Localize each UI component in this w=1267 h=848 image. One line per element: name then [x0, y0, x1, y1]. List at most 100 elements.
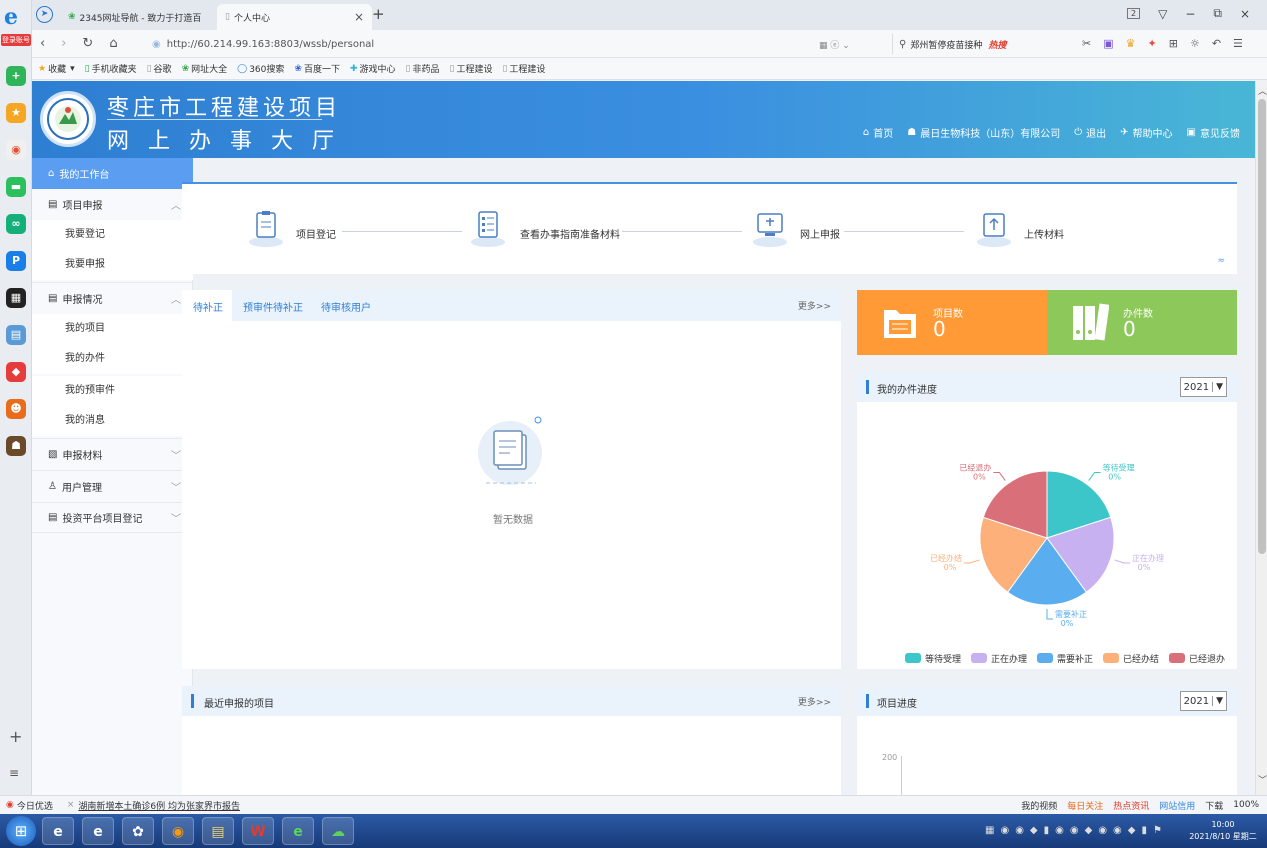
- taskbar-baidu-icon[interactable]: ✿: [122, 817, 154, 845]
- legend-label[interactable]: 已经退办: [1189, 653, 1225, 665]
- star-app-icon[interactable]: ★: [6, 103, 26, 123]
- login-account-button[interactable]: 登录账号: [1, 34, 31, 46]
- tray-network-icon[interactable]: ▮: [1141, 825, 1147, 836]
- sidebar-item-users[interactable]: ♙ 用户管理 ﹀: [32, 470, 193, 501]
- translate-icon[interactable]: ▣: [1103, 37, 1113, 50]
- mail-app-icon[interactable]: ▬: [6, 177, 26, 197]
- video-link[interactable]: 我的视频: [1021, 799, 1057, 812]
- tab-personal[interactable]: ▯ 个人中心 ×: [217, 4, 372, 30]
- tray-app6-icon[interactable]: ◉: [1070, 825, 1079, 836]
- sidebar-item-my-cases[interactable]: 我的办件: [32, 344, 193, 374]
- back-icon[interactable]: ‹: [40, 36, 45, 51]
- search-box[interactable]: ⚲ 郑州暂停疫苗接种 热搜: [892, 34, 1060, 54]
- page-scrollbar[interactable]: ︿ ﹀: [1255, 81, 1267, 795]
- today-pick-label[interactable]: 今日优选: [17, 799, 53, 812]
- sidebar-item-my-projects[interactable]: 我的项目: [32, 314, 193, 344]
- tab-2345[interactable]: ❀ 2345网址导航 - 致力于打造百: [60, 4, 215, 30]
- url-field[interactable]: ◉ http://60.214.99.163:8803/wssb/persona…: [152, 34, 872, 54]
- legend-swatch[interactable]: [1103, 653, 1119, 663]
- tray-app8-icon[interactable]: ◉: [1098, 825, 1107, 836]
- browser-logo-icon[interactable]: e: [4, 4, 28, 30]
- hot-news-link[interactable]: 热点资讯: [1113, 799, 1149, 812]
- tab-count-icon[interactable]: 2: [1127, 8, 1141, 19]
- step-guide[interactable]: 查看办事指南准备材料: [520, 226, 620, 241]
- plus-app-icon[interactable]: +: [6, 66, 26, 86]
- nav-help[interactable]: ✈ 帮助中心: [1120, 125, 1172, 140]
- sidebar-item-project-apply[interactable]: ▤ 项目申报 ︿: [32, 189, 193, 220]
- nav-user[interactable]: ☗ 晨日生物科技（山东）有限公司: [907, 125, 1060, 140]
- zoom-level[interactable]: 100%: [1233, 800, 1259, 810]
- progress-year-select[interactable]: 2021 ▼: [1179, 377, 1227, 397]
- legend-swatch[interactable]: [971, 653, 987, 663]
- sidebar-item-my-messages[interactable]: 我的消息: [32, 406, 193, 436]
- sidebar-item-register[interactable]: 我要登记: [32, 220, 193, 250]
- upload-tray-icon[interactable]: [976, 208, 1012, 248]
- start-button-icon[interactable]: ⊞: [6, 816, 36, 846]
- fav-collect[interactable]: ★ 收藏 ▾: [38, 62, 75, 76]
- fav-baidu[interactable]: ❀ 百度一下: [294, 62, 340, 76]
- fav-mobile[interactable]: ▯ 手机收藏夹: [85, 62, 137, 76]
- tasks-more-link[interactable]: 更多>>: [798, 299, 831, 312]
- project-year-select[interactable]: 2021 ▼: [1179, 691, 1227, 711]
- step-upload[interactable]: 上传材料: [1024, 226, 1064, 241]
- new-tab-button[interactable]: +: [372, 5, 385, 23]
- taskbar-browser2-icon[interactable]: e: [282, 817, 314, 845]
- p-app-icon[interactable]: P: [6, 251, 26, 271]
- collapse-up-icon[interactable]: ≈: [1217, 256, 1225, 266]
- site-credit-link[interactable]: 网站信用: [1159, 799, 1195, 812]
- tab-pending-users[interactable]: 待审核用户: [321, 299, 371, 314]
- tray-app2-icon[interactable]: ◉: [1015, 825, 1024, 836]
- minimize-icon[interactable]: −: [1185, 7, 1195, 21]
- legend-label[interactable]: 正在办理: [991, 653, 1027, 665]
- legend-label[interactable]: 需要补正: [1057, 653, 1093, 665]
- fav-game[interactable]: ✚ 游戏中心: [350, 62, 396, 76]
- home-icon[interactable]: ⌂: [109, 36, 117, 51]
- nav-logout[interactable]: ⏻ 退出: [1074, 125, 1106, 140]
- legend-swatch[interactable]: [1169, 653, 1185, 663]
- tray-app3-icon[interactable]: ◆: [1030, 825, 1038, 836]
- menu-icon[interactable]: ☰: [1233, 37, 1243, 50]
- game2-app-icon[interactable]: ☗: [6, 436, 26, 456]
- step-register[interactable]: 项目登记: [296, 226, 336, 241]
- project-count-tile[interactable]: 项目数 0: [857, 290, 1047, 355]
- step-online-apply[interactable]: 网上申报: [800, 226, 840, 241]
- tray-app9-icon[interactable]: ◉: [1113, 825, 1122, 836]
- tray-keyboard-icon[interactable]: ▦: [985, 825, 994, 836]
- scroll-down-icon[interactable]: ﹀: [1258, 773, 1267, 786]
- nav-home[interactable]: ⌂ 首页: [863, 125, 893, 140]
- taskbar-wechat-icon[interactable]: ☁: [322, 817, 354, 845]
- sidebar-item-workbench[interactable]: ⌂ 我的工作台: [32, 158, 193, 189]
- news-app-icon[interactable]: ▦: [6, 288, 26, 308]
- legend-label[interactable]: 已经办结: [1123, 653, 1159, 665]
- download-link[interactable]: 下载: [1205, 799, 1223, 812]
- brightness-icon[interactable]: ☼: [1190, 37, 1200, 50]
- taskbar-explorer-icon[interactable]: ▤: [202, 817, 234, 845]
- skin-icon[interactable]: ▽: [1158, 7, 1167, 21]
- fav-google[interactable]: ▯ 谷歌: [147, 62, 172, 76]
- compat-mode-icon[interactable]: ▦ ⓔ ⌄: [819, 38, 850, 51]
- fav-gongcheng1[interactable]: ▯ 工程建设: [449, 62, 492, 76]
- restore-icon[interactable]: ⧉: [1213, 6, 1222, 21]
- taskbar-browser1-icon[interactable]: e: [42, 817, 74, 845]
- sidebar-item-investment[interactable]: ▤ 投资平台项目登记 ﹀: [32, 502, 193, 533]
- game-icon[interactable]: ✦: [1148, 37, 1157, 50]
- tray-app10-icon[interactable]: ◆: [1128, 825, 1136, 836]
- tray-app4-icon[interactable]: ▮: [1044, 825, 1050, 836]
- red-app-icon[interactable]: ◆: [6, 362, 26, 382]
- recent-more-link[interactable]: 更多>>: [798, 695, 831, 708]
- tray-flag-icon[interactable]: ⚑: [1153, 825, 1162, 836]
- fav-gongcheng2[interactable]: ▯ 工程建设: [502, 62, 545, 76]
- undo-icon[interactable]: ↶: [1212, 37, 1221, 50]
- taskbar-ie-icon[interactable]: e: [82, 817, 114, 845]
- dismiss-icon[interactable]: ×: [67, 800, 75, 810]
- refresh-icon[interactable]: ↻: [82, 36, 93, 51]
- taskbar-wps-icon[interactable]: W: [242, 817, 274, 845]
- sidebar-item-status[interactable]: ▤ 申报情况 ︿: [32, 282, 193, 313]
- tray-app5-icon[interactable]: ◉: [1055, 825, 1064, 836]
- tray-app7-icon[interactable]: ◆: [1085, 825, 1093, 836]
- tray-app1-icon[interactable]: ◉: [1000, 825, 1009, 836]
- forward-icon[interactable]: ›: [61, 36, 66, 51]
- taskbar-chrome-icon[interactable]: ◉: [162, 817, 194, 845]
- nav-feedback[interactable]: ▣ 意见反馈: [1187, 125, 1240, 140]
- sidebar-item-apply[interactable]: 我要申报: [32, 250, 193, 280]
